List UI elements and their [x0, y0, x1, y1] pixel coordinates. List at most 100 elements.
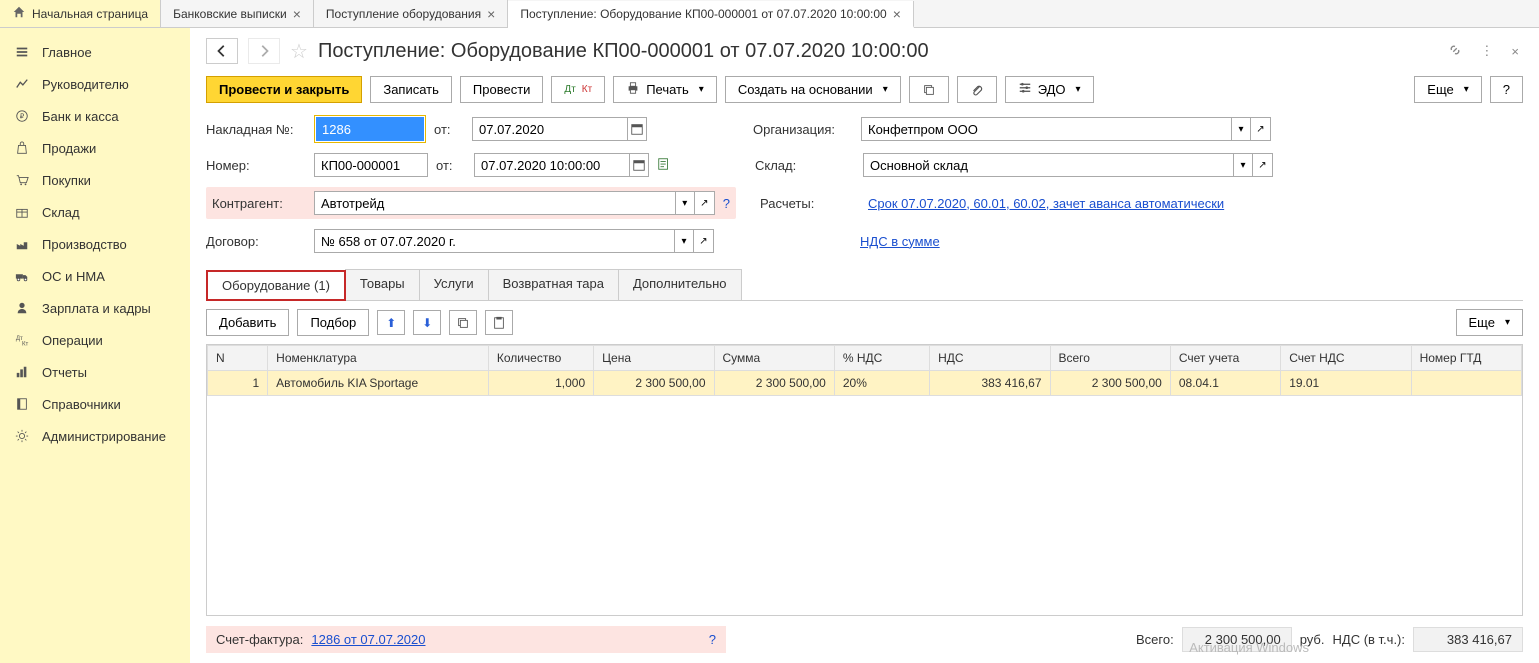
table-cell[interactable]: 20%	[834, 371, 929, 396]
create-based-button[interactable]: Создать на основании	[725, 76, 901, 103]
sidebar-item-2[interactable]: ₽Банк и касса	[0, 100, 190, 132]
table-cell[interactable]: 19.01	[1281, 371, 1411, 396]
sidebar-item-7[interactable]: ОС и НМА	[0, 260, 190, 292]
col-header[interactable]: Счет НДС	[1281, 346, 1411, 371]
help-button[interactable]: ?	[1490, 76, 1523, 103]
copy-rows-button[interactable]	[449, 310, 477, 335]
kebab-icon[interactable]: ⋮	[1476, 39, 1497, 63]
calendar-button[interactable]	[627, 117, 647, 141]
close-icon[interactable]: ×	[293, 6, 301, 22]
attach-button[interactable]	[957, 76, 997, 103]
sidebar-item-0[interactable]: Главное	[0, 36, 190, 68]
sf-link[interactable]: 1286 от 07.07.2020	[311, 632, 425, 647]
invoice-no-input[interactable]	[316, 117, 424, 141]
dropdown-button[interactable]: ▾	[1233, 153, 1253, 177]
table-more-button[interactable]: Еще	[1456, 309, 1523, 336]
nav-back-button[interactable]	[206, 38, 238, 64]
sidebar-item-4[interactable]: Покупки	[0, 164, 190, 196]
book-icon	[14, 396, 30, 412]
tab-receipt-equip[interactable]: Поступление оборудования ×	[314, 0, 508, 27]
pick-button[interactable]: Подбор	[297, 309, 369, 336]
close-icon[interactable]: ×	[1507, 40, 1523, 63]
tab-document[interactable]: Поступление: Оборудование КП00-000001 от…	[508, 1, 914, 28]
sidebar-item-6[interactable]: Производство	[0, 228, 190, 260]
sidebar-item-1[interactable]: Руководителю	[0, 68, 190, 100]
col-header[interactable]: % НДС	[834, 346, 929, 371]
table-cell[interactable]: 383 416,67	[930, 371, 1050, 396]
open-button[interactable]: ↗	[1253, 153, 1273, 177]
org-input[interactable]	[861, 117, 1231, 141]
table-cell[interactable]: 08.04.1	[1170, 371, 1280, 396]
help-icon[interactable]: ?	[709, 632, 716, 647]
number-input[interactable]	[314, 153, 428, 177]
note-icon[interactable]	[657, 157, 671, 174]
contract-input[interactable]	[314, 229, 674, 253]
inner-tab-2[interactable]: Услуги	[419, 269, 489, 300]
add-row-button[interactable]: Добавить	[206, 309, 289, 336]
col-header[interactable]: Цена	[594, 346, 714, 371]
sidebar-item-8[interactable]: Зарплата и кадры	[0, 292, 190, 324]
col-header[interactable]: Сумма	[714, 346, 834, 371]
sidebar-item-9[interactable]: ДтКтОперации	[0, 324, 190, 356]
sidebar-item-10[interactable]: Отчеты	[0, 356, 190, 388]
sidebar-item-11[interactable]: Справочники	[0, 388, 190, 420]
table-cell[interactable]: Автомобиль KIA Sportage	[268, 371, 489, 396]
inner-tab-0[interactable]: Оборудование (1)	[206, 270, 346, 301]
calendar-button[interactable]	[629, 153, 649, 177]
save-button[interactable]: Записать	[370, 76, 452, 103]
vat-mode-link[interactable]: НДС в сумме	[860, 234, 940, 249]
table-cell[interactable]: 2 300 500,00	[1050, 371, 1170, 396]
table-cell[interactable]	[1411, 371, 1521, 396]
dropdown-button[interactable]: ▾	[1231, 117, 1251, 141]
close-icon[interactable]: ×	[893, 6, 901, 22]
equipment-table[interactable]: NНоменклатураКоличествоЦенаСумма% НДСНДС…	[206, 344, 1523, 616]
table-row[interactable]: 1Автомобиль KIA Sportage1,0002 300 500,0…	[208, 371, 1522, 396]
dropdown-button[interactable]: ▾	[674, 229, 694, 253]
inner-tab-4[interactable]: Дополнительно	[618, 269, 742, 300]
tab-bank-label: Банковские выписки	[173, 7, 287, 21]
col-header[interactable]: N	[208, 346, 268, 371]
print-button[interactable]: Печать	[613, 76, 717, 103]
edo-button[interactable]: ЭДО	[1005, 76, 1094, 103]
col-header[interactable]: НДС	[930, 346, 1050, 371]
favorite-icon[interactable]: ☆	[290, 39, 308, 64]
copy-button[interactable]	[909, 76, 949, 103]
sidebar-item-3[interactable]: Продажи	[0, 132, 190, 164]
move-up-button[interactable]: ⬆	[377, 310, 405, 335]
from-label2: от:	[436, 158, 466, 173]
counterparty-input[interactable]	[314, 191, 675, 215]
sidebar-item-12[interactable]: Администрирование	[0, 420, 190, 452]
open-button[interactable]: ↗	[695, 191, 715, 215]
inner-tab-1[interactable]: Товары	[345, 269, 420, 300]
open-button[interactable]: ↗	[694, 229, 714, 253]
col-header[interactable]: Счет учета	[1170, 346, 1280, 371]
post-button[interactable]: Провести	[460, 76, 544, 103]
sidebar-item-5[interactable]: Склад	[0, 196, 190, 228]
warehouse-input[interactable]	[863, 153, 1233, 177]
open-button[interactable]: ↗	[1251, 117, 1271, 141]
paste-rows-button[interactable]	[485, 310, 513, 335]
nav-forward-button[interactable]	[248, 38, 280, 64]
tab-bank[interactable]: Банковские выписки ×	[161, 0, 314, 27]
table-cell[interactable]: 2 300 500,00	[714, 371, 834, 396]
close-icon[interactable]: ×	[487, 6, 495, 22]
doc-date-input[interactable]	[474, 153, 629, 177]
invoice-date-input[interactable]	[472, 117, 627, 141]
post-close-button[interactable]: Провести и закрыть	[206, 76, 362, 103]
inner-tab-3[interactable]: Возвратная тара	[488, 269, 619, 300]
calc-link[interactable]: Срок 07.07.2020, 60.01, 60.02, зачет ава…	[868, 196, 1224, 211]
more-button[interactable]: Еще	[1414, 76, 1481, 103]
col-header[interactable]: Всего	[1050, 346, 1170, 371]
link-icon[interactable]	[1444, 39, 1466, 64]
table-cell[interactable]: 1,000	[488, 371, 593, 396]
table-cell[interactable]: 2 300 500,00	[594, 371, 714, 396]
dropdown-button[interactable]: ▾	[675, 191, 695, 215]
move-down-button[interactable]: ⬇	[413, 310, 441, 335]
help-icon[interactable]: ?	[723, 196, 730, 211]
col-header[interactable]: Количество	[488, 346, 593, 371]
col-header[interactable]: Номенклатура	[268, 346, 489, 371]
dt-kt-button[interactable]: ДтКт	[551, 76, 605, 103]
col-header[interactable]: Номер ГТД	[1411, 346, 1521, 371]
table-cell[interactable]: 1	[208, 371, 268, 396]
tab-home[interactable]: Начальная страница	[0, 0, 161, 27]
